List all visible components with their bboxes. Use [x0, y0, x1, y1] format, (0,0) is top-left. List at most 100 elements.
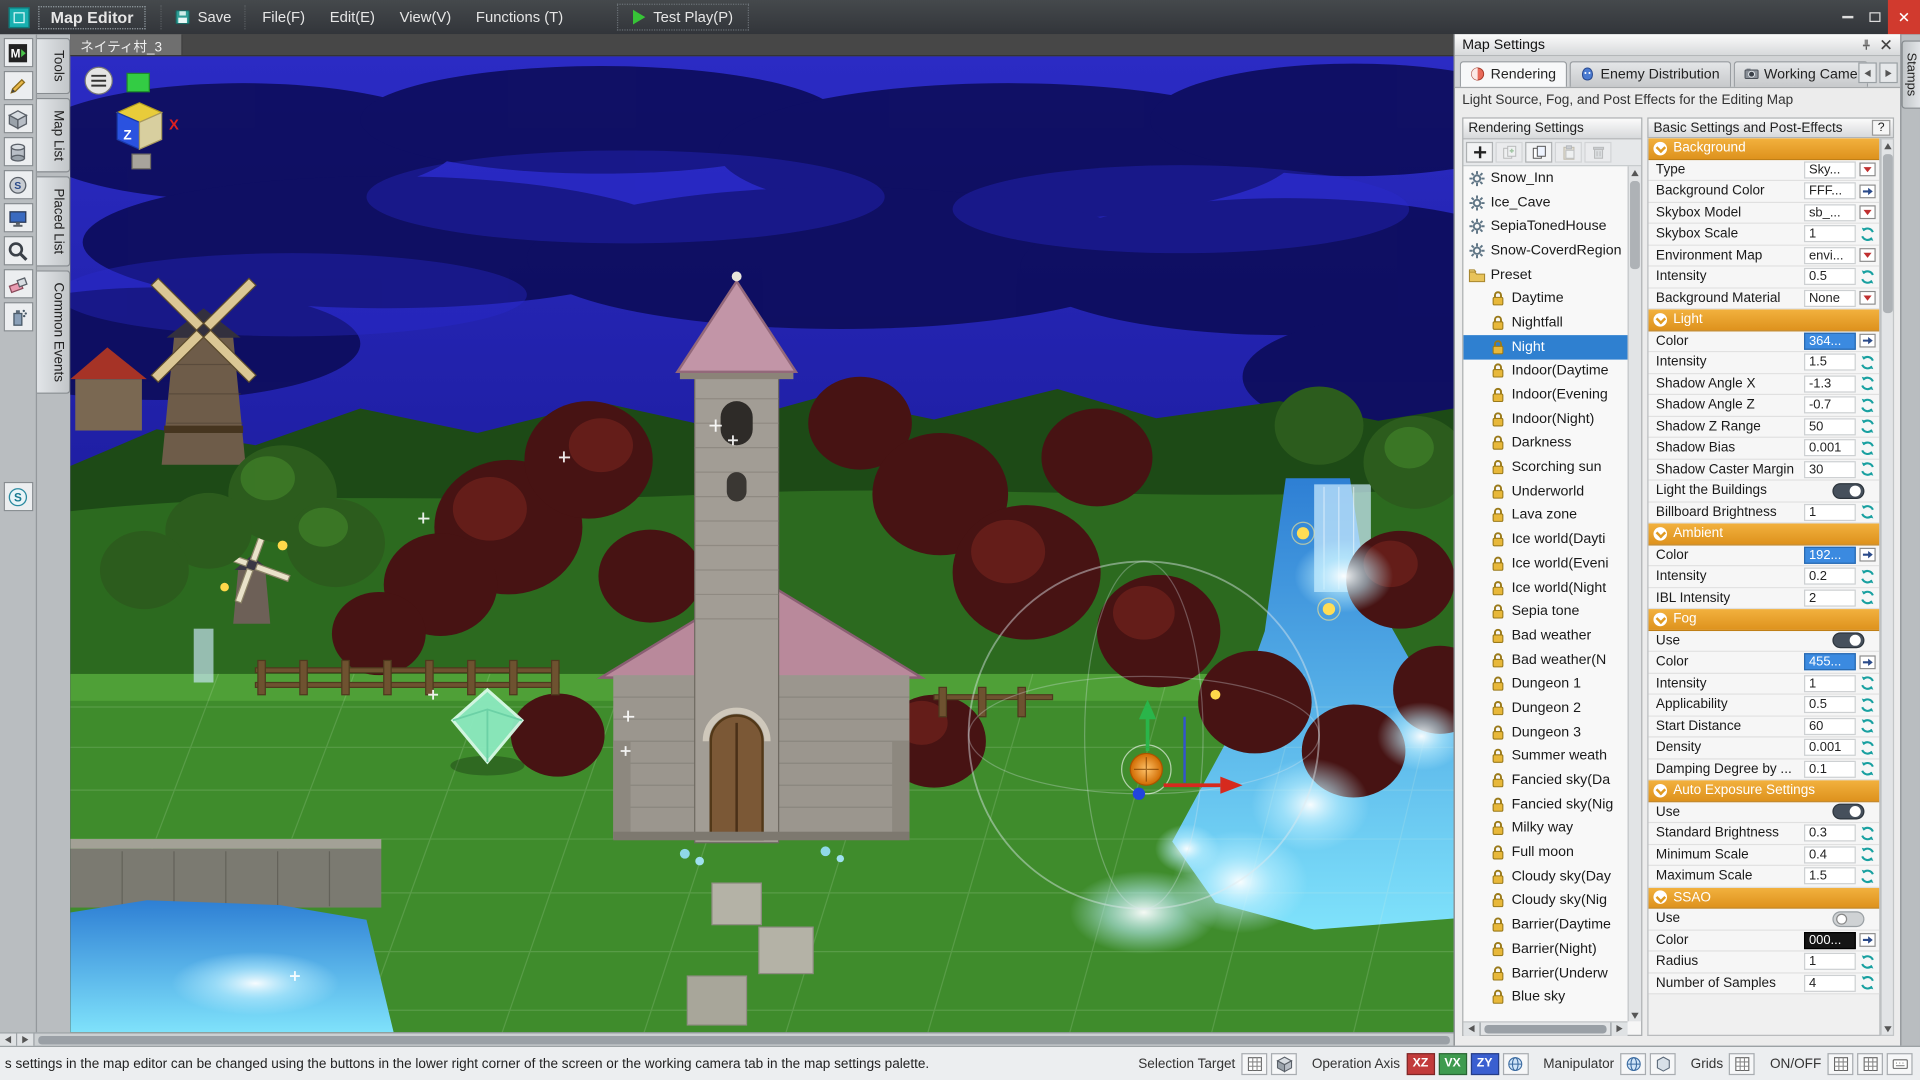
- value-fog-damping-degree-by[interactable]: 0.1: [1804, 760, 1856, 778]
- dropdown-control-icon[interactable]: [1858, 289, 1877, 307]
- render-setting-dungeon-3[interactable]: Dungeon 3: [1463, 720, 1627, 744]
- value-background-skybox-scale[interactable]: 1: [1804, 225, 1856, 243]
- render-setting-barrier-daytime[interactable]: Barrier(Daytime: [1463, 913, 1627, 937]
- spinner-control-icon[interactable]: [1858, 353, 1877, 371]
- spinner-control-icon[interactable]: [1858, 589, 1877, 607]
- section-light[interactable]: Light: [1648, 309, 1880, 331]
- list-scroll-left-icon[interactable]: [1463, 1021, 1481, 1036]
- pencil-tool-icon[interactable]: [3, 70, 33, 101]
- spinner-control-icon[interactable]: [1858, 845, 1877, 863]
- scrollbar-thumb[interactable]: [38, 1035, 1450, 1044]
- spinner-control-icon[interactable]: [1858, 674, 1877, 692]
- rendering-list-scrollbar[interactable]: [1627, 166, 1642, 1022]
- snap-hex-icon[interactable]: [1649, 1052, 1676, 1075]
- spinner-control-icon[interactable]: [1858, 952, 1877, 970]
- keyboard-icon[interactable]: [1886, 1052, 1913, 1075]
- copy-button[interactable]: [1525, 141, 1553, 163]
- scroll-right-icon[interactable]: [17, 1032, 35, 1047]
- monitor-tool-icon[interactable]: [3, 203, 33, 233]
- side-tab-placed-list[interactable]: Placed List: [37, 176, 71, 267]
- render-setting-blue-sky[interactable]: Blue sky: [1463, 985, 1627, 1009]
- spinner-control-icon[interactable]: [1858, 439, 1877, 457]
- value-auto-exposure-settings-standard-brightness[interactable]: 0.3: [1804, 824, 1856, 842]
- viewport-tab-map[interactable]: ネイティ村_3: [70, 34, 184, 56]
- scroll-left-icon[interactable]: [0, 1032, 18, 1047]
- side-tab-map-list[interactable]: Map List: [37, 97, 71, 173]
- slope-tool-icon[interactable]: [3, 170, 33, 200]
- section-ssao[interactable]: SSAO: [1648, 887, 1880, 909]
- viewport-3d-scene[interactable]: Z X: [70, 56, 1454, 1033]
- spinner-control-icon[interactable]: [1858, 225, 1877, 243]
- render-setting-cloudy-sky-nig[interactable]: Cloudy sky(Nig: [1463, 889, 1627, 913]
- value-background-environment-map[interactable]: envi...: [1804, 246, 1856, 264]
- pin-icon[interactable]: [1856, 35, 1876, 53]
- render-setting-indoor-daytime[interactable]: Indoor(Daytime: [1463, 359, 1627, 383]
- axis-globe-icon[interactable]: [1502, 1052, 1529, 1075]
- render-setting-night[interactable]: Night: [1463, 334, 1628, 359]
- value-light-shadow-bias[interactable]: 0.001: [1804, 439, 1856, 457]
- render-setting-fancied-sky-da[interactable]: Fancied sky(Da: [1463, 768, 1627, 792]
- value-ssao-radius[interactable]: 1: [1804, 953, 1856, 971]
- arrow-control-icon[interactable]: [1858, 182, 1877, 200]
- value-ssao-number-of-samples[interactable]: 4: [1804, 974, 1856, 992]
- render-setting-full-moon[interactable]: Full moon: [1463, 841, 1627, 865]
- selection-target-stamp-icon[interactable]: [1241, 1052, 1268, 1075]
- add-setting-button[interactable]: [1465, 141, 1494, 163]
- map-settings-tab-enemy-distribution[interactable]: Enemy Distribution: [1569, 61, 1731, 87]
- close-button[interactable]: [1887, 0, 1920, 35]
- spinner-control-icon[interactable]: [1858, 696, 1877, 714]
- render-setting-ice-cave[interactable]: Ice_Cave: [1463, 190, 1627, 214]
- render-setting-fancied-sky-nig[interactable]: Fancied sky(Nig: [1463, 792, 1627, 816]
- spinner-control-icon[interactable]: [1858, 396, 1877, 414]
- value-light-shadow-caster-margin[interactable]: 30: [1804, 460, 1856, 478]
- tab-scroll-left-icon[interactable]: [1858, 62, 1877, 84]
- axis-button-zy[interactable]: ZY: [1470, 1052, 1499, 1075]
- value-auto-exposure-settings-maximum-scale[interactable]: 1.5: [1804, 867, 1856, 885]
- list-scroll-right-icon[interactable]: [1610, 1021, 1628, 1036]
- value-fog-color[interactable]: 455...: [1804, 653, 1856, 671]
- maximize-button[interactable]: [1861, 0, 1888, 34]
- menu-file-f[interactable]: File(F): [250, 4, 317, 31]
- toggle-auto-exposure-settings-use[interactable]: [1832, 803, 1865, 820]
- value-background-type[interactable]: Sky...: [1804, 161, 1856, 179]
- render-setting-indoor-evening[interactable]: Indoor(Evening: [1463, 383, 1627, 407]
- viewport-horizontal-scrollbar[interactable]: [0, 1032, 1454, 1047]
- arrow-control-icon[interactable]: [1858, 931, 1877, 949]
- snap-tool-icon[interactable]: [3, 481, 33, 512]
- spinner-control-icon[interactable]: [1858, 503, 1877, 521]
- properties-scrollbar[interactable]: [1880, 138, 1895, 1036]
- spray-tool-icon[interactable]: [3, 302, 33, 332]
- section-fog[interactable]: Fog: [1648, 609, 1880, 631]
- grid-xz-icon[interactable]: [1857, 1052, 1883, 1075]
- value-light-color[interactable]: 364...: [1804, 332, 1856, 350]
- value-background-intensity[interactable]: 0.5: [1804, 268, 1856, 286]
- render-setting-ice-world-dayti[interactable]: Ice world(Dayti: [1463, 528, 1627, 552]
- arrow-control-icon[interactable]: [1858, 546, 1877, 564]
- panel-close-icon[interactable]: [1876, 35, 1896, 53]
- menu-edit-e[interactable]: Edit(E): [317, 4, 387, 31]
- render-setting-bad-weather[interactable]: Bad weather: [1463, 624, 1627, 648]
- render-setting-scorching-sun[interactable]: Scorching sun: [1463, 455, 1627, 479]
- dropdown-control-icon[interactable]: [1858, 246, 1877, 264]
- spinner-control-icon[interactable]: [1858, 974, 1877, 992]
- value-background-background-color[interactable]: FFF...: [1804, 182, 1856, 200]
- axis-button-xz[interactable]: XZ: [1406, 1052, 1435, 1075]
- section-auto-exposure-settings[interactable]: Auto Exposure Settings: [1648, 780, 1880, 802]
- value-background-background-material[interactable]: None: [1804, 289, 1856, 307]
- section-ambient[interactable]: Ambient: [1648, 523, 1880, 545]
- minimize-button[interactable]: [1834, 0, 1861, 34]
- save-button[interactable]: Save: [160, 4, 245, 30]
- render-setting-ice-world-eveni[interactable]: Ice world(Eveni: [1463, 552, 1627, 576]
- value-light-shadow-z-range[interactable]: 50: [1804, 417, 1856, 436]
- render-setting-dungeon-1[interactable]: Dungeon 1: [1463, 672, 1627, 696]
- spinner-control-icon[interactable]: [1858, 268, 1877, 286]
- side-tab-tools[interactable]: Tools: [37, 37, 71, 94]
- toggle-ssao-use[interactable]: [1832, 910, 1865, 927]
- menu-view-v[interactable]: View(V): [387, 4, 463, 31]
- selection-target-model-icon[interactable]: [1271, 1052, 1298, 1075]
- spinner-control-icon[interactable]: [1858, 824, 1877, 842]
- tab-scroll-right-icon[interactable]: [1879, 62, 1898, 84]
- eraser-tool-icon[interactable]: [3, 269, 33, 299]
- rendering-list-hscrollbar[interactable]: [1463, 1021, 1628, 1036]
- value-auto-exposure-settings-minimum-scale[interactable]: 0.4: [1804, 846, 1856, 864]
